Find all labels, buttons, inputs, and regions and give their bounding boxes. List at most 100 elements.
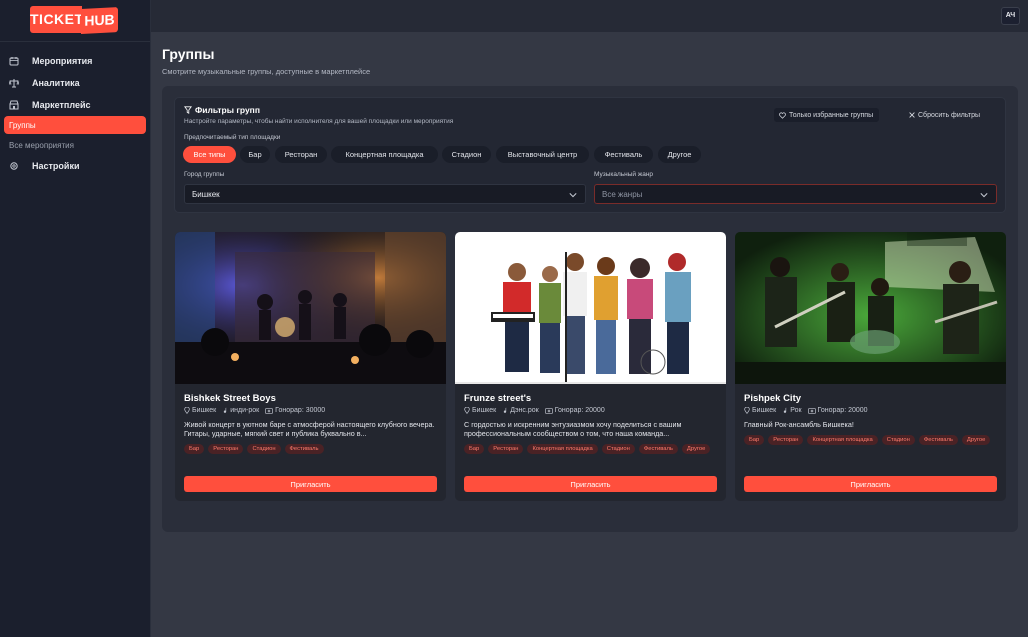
close-icon (909, 112, 915, 118)
band-meta: Бишкек Рок Гонорар: 20000 (744, 407, 868, 414)
band-description: Живой концерт в уютном баре с атмосферой… (184, 420, 435, 438)
location-pin-icon (464, 407, 470, 414)
filters-description: Настройте параметры, чтобы найти исполни… (184, 118, 454, 125)
city-label: Город группы (184, 171, 225, 178)
venue-tag: Концертная площадка (807, 435, 878, 445)
venue-chip-all[interactable]: Все типы (183, 146, 236, 163)
venue-tag: Другое (961, 435, 991, 445)
band-card[interactable]: Bishkek Street Boys Бишкек инди-рок Гоно… (175, 232, 446, 501)
band-fee: Гонорар: 30000 (265, 407, 325, 414)
band-city-text: Бишкек (472, 407, 497, 414)
logo-text-right: HUB (81, 7, 118, 34)
sidebar-item-label: Мероприятия (32, 56, 93, 66)
band-tags: Бар Ресторан Концертная площадка Стадион… (744, 435, 998, 445)
music-note-icon (504, 407, 507, 413)
band-photo[interactable] (735, 232, 1006, 384)
invite-button[interactable]: Пригласить (464, 476, 717, 492)
sidebar-item-events[interactable]: Мероприятия (0, 51, 150, 71)
venue-chip-concert-hall[interactable]: Концертная площадка (331, 146, 438, 163)
store-icon (9, 100, 19, 110)
venue-tag: Бар (464, 444, 485, 454)
venue-chip-restaurant[interactable]: Ресторан (275, 146, 327, 163)
invite-button[interactable]: Пригласить (744, 476, 997, 492)
band-city: Бишкек (184, 407, 216, 414)
location-pin-icon (744, 407, 750, 414)
band-fee-text: Гонорар: 20000 (554, 407, 605, 414)
venue-tag: Стадион (601, 444, 635, 454)
sidebar-subitem-all-events[interactable]: Все мероприятия (4, 136, 146, 154)
band-tags: Бар Ресторан Концертная площадка Стадион… (464, 444, 718, 454)
venue-type-label: Предпочитаемый тип площадки (184, 134, 281, 141)
music-note-icon (224, 407, 227, 413)
venue-tag: Стадион (881, 435, 915, 445)
sidebar-item-settings[interactable]: Настройки (0, 156, 150, 176)
band-fee-text: Гонорар: 30000 (275, 407, 326, 414)
favorites-only-label: Только избранные группы (789, 111, 874, 119)
chevron-down-icon (980, 193, 988, 198)
calendar-icon (9, 57, 19, 66)
city-select-value: Бишкек (192, 189, 220, 199)
band-meta: Бишкек инди-рок Гонорар: 30000 (184, 407, 325, 414)
genre-select[interactable]: Все жанры (594, 184, 997, 204)
venue-chip-festival[interactable]: Фестиваль (594, 146, 653, 163)
reset-filters-label: Сбросить фильтры (918, 111, 981, 119)
sidebar-subitem-groups[interactable]: Группы (4, 116, 146, 134)
venue-tag: Бар (744, 435, 765, 445)
venue-tag: Концертная площадка (527, 444, 598, 454)
venue-chip-expo-center[interactable]: Выставочный центр (496, 146, 589, 163)
reset-filters-button[interactable]: Сбросить фильтры (909, 108, 980, 122)
band-description: С гордостью и искренним энтузиазмом хочу… (464, 420, 682, 438)
band-meta: Бишкек Дэнс.рок Гонорар: 20000 (464, 407, 605, 414)
venue-chip-bar[interactable]: Бар (240, 146, 270, 163)
band-photo[interactable] (455, 232, 726, 384)
sidebar-item-marketplace[interactable]: Маркетплейс (0, 95, 150, 115)
filters-title-text: Фильтры групп (195, 105, 260, 115)
venue-tag: Другое (681, 444, 711, 454)
genre-label: Музыкальный жанр (594, 171, 654, 178)
band-name: Pishpek City (744, 393, 802, 404)
venue-chip-stadium[interactable]: Стадион (442, 146, 491, 163)
band-fee: Гонорар: 20000 (544, 407, 605, 414)
band-description: Главный Рок-ансамбль Бишкека! (744, 420, 854, 429)
band-genre-text: инди-рок (230, 407, 260, 414)
band-photo[interactable] (175, 232, 446, 384)
city-select[interactable]: Бишкек (184, 184, 586, 204)
band-card[interactable]: Pishpek City Бишкек Рок Гонорар: 20000 Г… (735, 232, 1006, 501)
sidebar-item-label: Аналитика (32, 78, 80, 88)
venue-tag: Ресторан (768, 435, 804, 445)
scale-icon (9, 79, 19, 88)
band-genre-text: Рок (790, 407, 802, 414)
genre-select-placeholder: Все жанры (602, 189, 643, 199)
band-genre: Дэнс.рок (502, 407, 539, 414)
ticket-icon (544, 407, 553, 414)
sidebar: TICKET HUB Мероприятия Аналитика Маркетп… (0, 0, 151, 637)
sidebar-item-label: Настройки (32, 161, 80, 171)
ticket-icon (265, 407, 274, 414)
band-city: Бишкек (464, 407, 496, 414)
band-genre-text: Дэнс.рок (510, 407, 539, 414)
band-name: Bishkek Street Boys (184, 393, 276, 404)
filters-title: Фильтры групп (184, 105, 260, 115)
user-avatar[interactable]: АЧ (1001, 7, 1020, 25)
band-city-text: Бишкек (192, 407, 217, 414)
favorites-only-toggle[interactable]: Только избранные группы (774, 108, 880, 122)
invite-button[interactable]: Пригласить (184, 476, 437, 492)
band-tags: Бар Ресторан Стадион Фестиваль (184, 444, 438, 454)
venue-tag: Бар (184, 444, 205, 454)
logo-text-left: TICKET (30, 6, 83, 33)
band-fee-text: Гонорар: 20000 (817, 407, 868, 414)
band-city: Бишкек (744, 407, 776, 414)
sidebar-item-analytics[interactable]: Аналитика (0, 73, 150, 93)
venue-chip-other[interactable]: Другое (658, 146, 701, 163)
ticket-hub-logo[interactable]: TICKET HUB (30, 6, 118, 34)
page-title: Группы (162, 46, 215, 62)
band-city-text: Бишкек (752, 407, 777, 414)
page-subtitle: Смотрите музыкальные группы, доступные в… (162, 67, 371, 76)
heart-icon (779, 112, 786, 119)
venue-tag: Фестиваль (284, 444, 324, 454)
venue-tag: Ресторан (208, 444, 244, 454)
ticket-icon (807, 407, 816, 414)
band-name: Frunze street's (464, 393, 532, 404)
top-bar (151, 0, 1028, 32)
band-card[interactable]: Frunze street's Бишкек Дэнс.рок Гонорар:… (455, 232, 726, 501)
